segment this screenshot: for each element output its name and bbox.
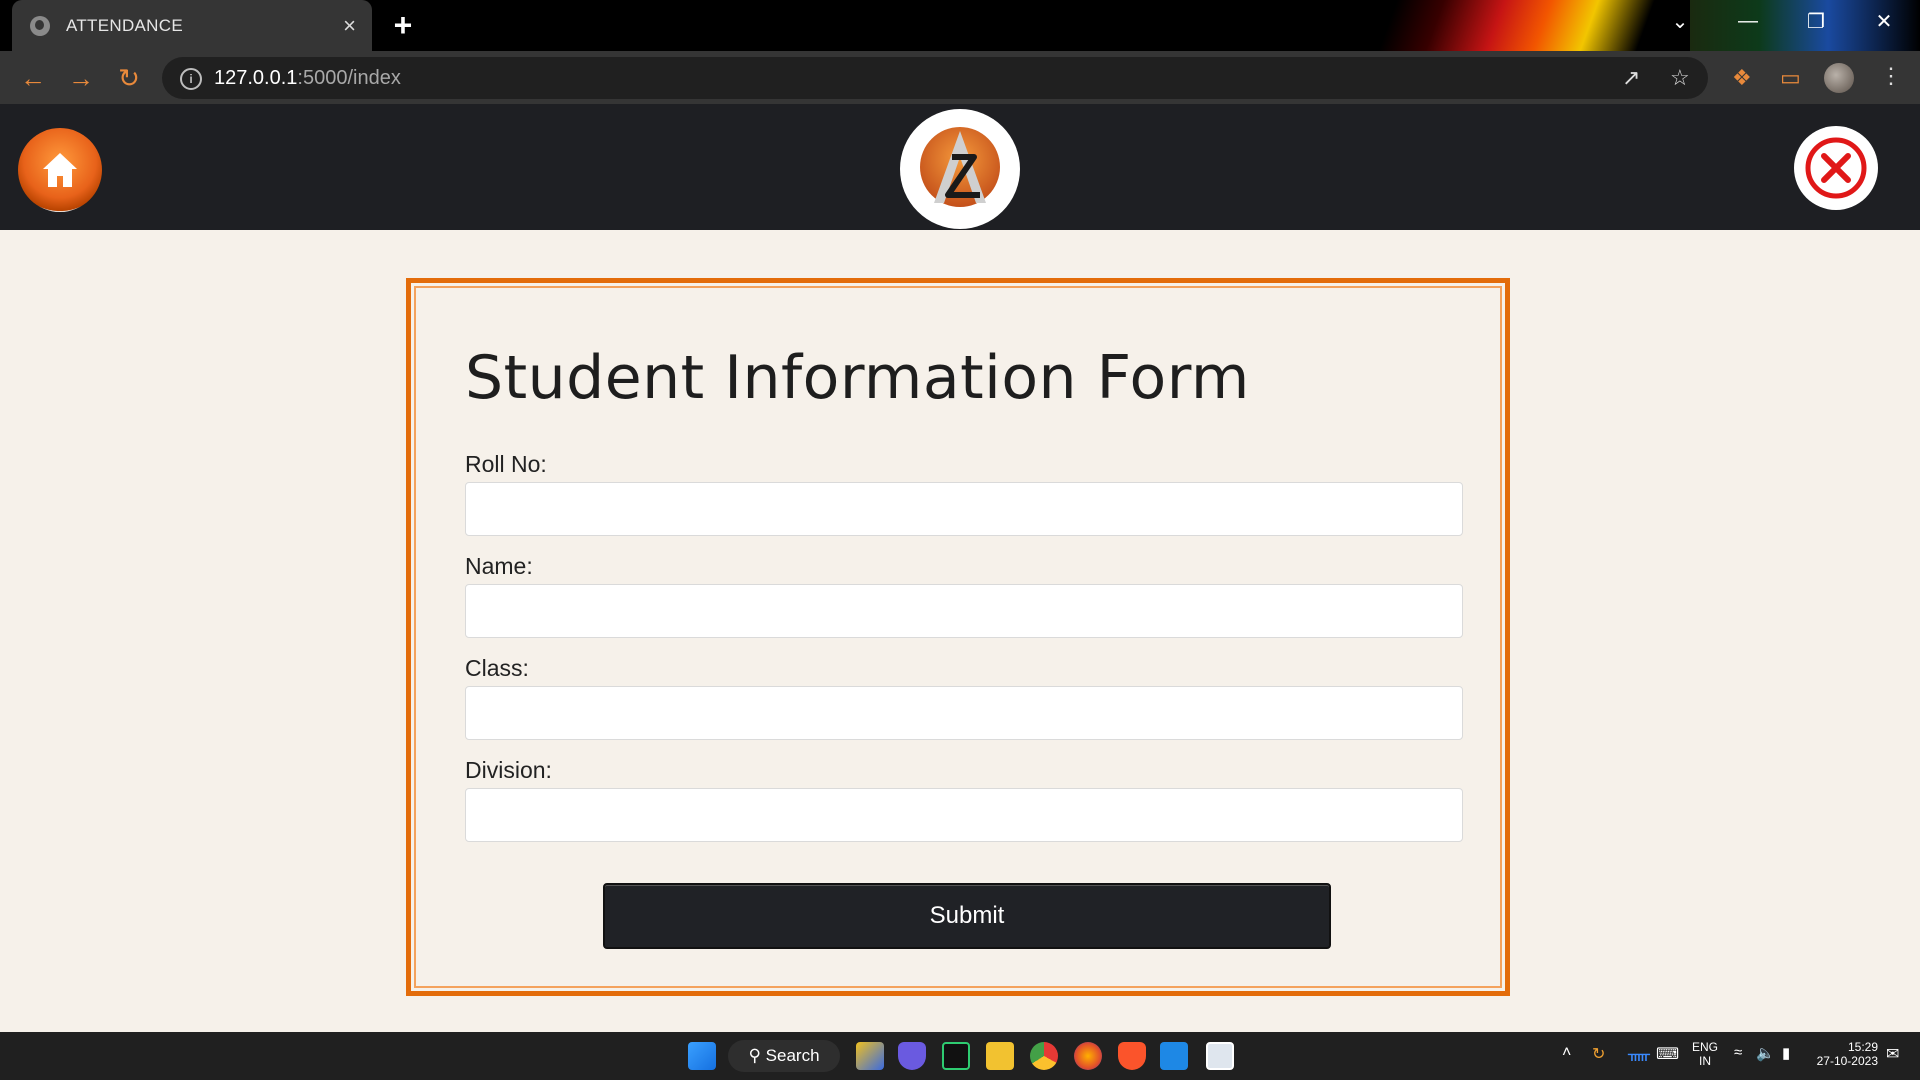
url-text[interactable]: 127.0.0.1:5000/index <box>214 67 401 90</box>
student-form: Student Information Form Roll No: Name: … <box>406 278 1510 996</box>
class-input[interactable] <box>465 686 1463 740</box>
tab-title: ATTENDANCE <box>66 15 183 35</box>
forward-icon[interactable]: → <box>66 63 96 93</box>
bluetooth-icon[interactable]: ᚅ <box>1628 1044 1650 1064</box>
logo-icon <box>920 127 1000 207</box>
form-title: Student Information Form <box>465 343 1250 413</box>
language-indicator[interactable]: ENG IN <box>1692 1040 1718 1068</box>
back-icon[interactable]: ← <box>18 63 48 93</box>
name-label: Name: <box>465 553 533 579</box>
app-icon-1[interactable] <box>856 1042 884 1070</box>
pycharm-icon[interactable] <box>942 1042 970 1070</box>
taskbar-search[interactable]: ⚲ Search <box>728 1040 840 1072</box>
class-label: Class: <box>465 655 529 681</box>
site-info-icon[interactable]: i <box>180 68 202 90</box>
close-icon <box>1805 137 1867 199</box>
restore-button[interactable]: ❐ <box>1782 0 1850 42</box>
clock[interactable]: 15:29 27-10-2023 <box>1812 1040 1878 1068</box>
division-label: Division: <box>465 757 552 783</box>
app-header <box>0 104 1920 230</box>
browser-toolbar: ← → ↻ i 127.0.0.1:5000/index ↗ ☆ ❖ ▭ ⋮ <box>0 51 1920 104</box>
roll-no-input[interactable] <box>465 482 1463 536</box>
home-icon <box>43 153 77 187</box>
notification-icon[interactable]: ✉ <box>1886 1044 1899 1064</box>
exit-button[interactable] <box>1794 126 1878 210</box>
globe-icon <box>30 15 50 36</box>
name-input[interactable] <box>465 584 1463 638</box>
address-bar[interactable]: i 127.0.0.1:5000/index ↗ ☆ <box>162 57 1708 99</box>
more-menu-icon[interactable]: ⋮ <box>1880 63 1902 89</box>
extensions-icon[interactable]: ❖ <box>1732 65 1752 91</box>
side-panel-icon[interactable]: ▭ <box>1780 65 1801 91</box>
volume-icon[interactable]: 🔈 <box>1756 1044 1775 1062</box>
browser-titlebar: ATTENDANCE × + ⌄ — ❐ ✕ <box>0 0 1920 51</box>
reload-icon[interactable]: ↻ <box>114 63 144 93</box>
roll-no-label: Roll No: <box>465 451 547 477</box>
search-icon: ⚲ <box>748 1046 766 1065</box>
share-icon[interactable]: ↗ <box>1622 65 1640 91</box>
new-tab-button[interactable]: + <box>386 8 420 42</box>
browser-tab[interactable]: ATTENDANCE × <box>12 0 372 51</box>
windows-taskbar: ⚲ Search ˄ ↻ ᚅ ⌨ ENG IN ≈ 🔈 ▮ 15:29 27-10-… <box>0 1032 1920 1080</box>
window-close-button[interactable]: ✕ <box>1850 0 1918 42</box>
vpn-app-icon[interactable] <box>898 1042 926 1070</box>
home-button[interactable] <box>18 128 102 212</box>
bookmark-star-icon[interactable]: ☆ <box>1670 65 1690 91</box>
wifi-icon[interactable]: ≈ <box>1734 1044 1742 1061</box>
tray-chevron-icon[interactable]: ˄ <box>1562 1044 1571 1062</box>
photos-icon[interactable] <box>1206 1042 1234 1070</box>
tab-close-button[interactable]: × <box>343 13 356 39</box>
division-input[interactable] <box>465 788 1463 842</box>
sync-icon[interactable]: ↻ <box>1592 1044 1605 1064</box>
start-windows-icon[interactable] <box>688 1042 716 1070</box>
profile-avatar[interactable] <box>1824 63 1854 93</box>
app-logo <box>900 109 1020 229</box>
firefox-icon[interactable] <box>1074 1042 1102 1070</box>
file-explorer-icon[interactable] <box>986 1042 1014 1070</box>
battery-icon[interactable]: ▮ <box>1782 1044 1790 1062</box>
brave-icon[interactable] <box>1118 1042 1146 1070</box>
taskbar-search-label: Search <box>765 1046 820 1065</box>
keyboard-icon[interactable]: ⌨ <box>1656 1044 1679 1064</box>
submit-button[interactable]: Submit <box>603 883 1331 949</box>
vscode-icon[interactable] <box>1160 1042 1188 1070</box>
chrome-icon[interactable] <box>1030 1042 1058 1070</box>
tab-search-button[interactable]: ⌄ <box>1646 0 1714 42</box>
minimize-button[interactable]: — <box>1714 0 1782 42</box>
